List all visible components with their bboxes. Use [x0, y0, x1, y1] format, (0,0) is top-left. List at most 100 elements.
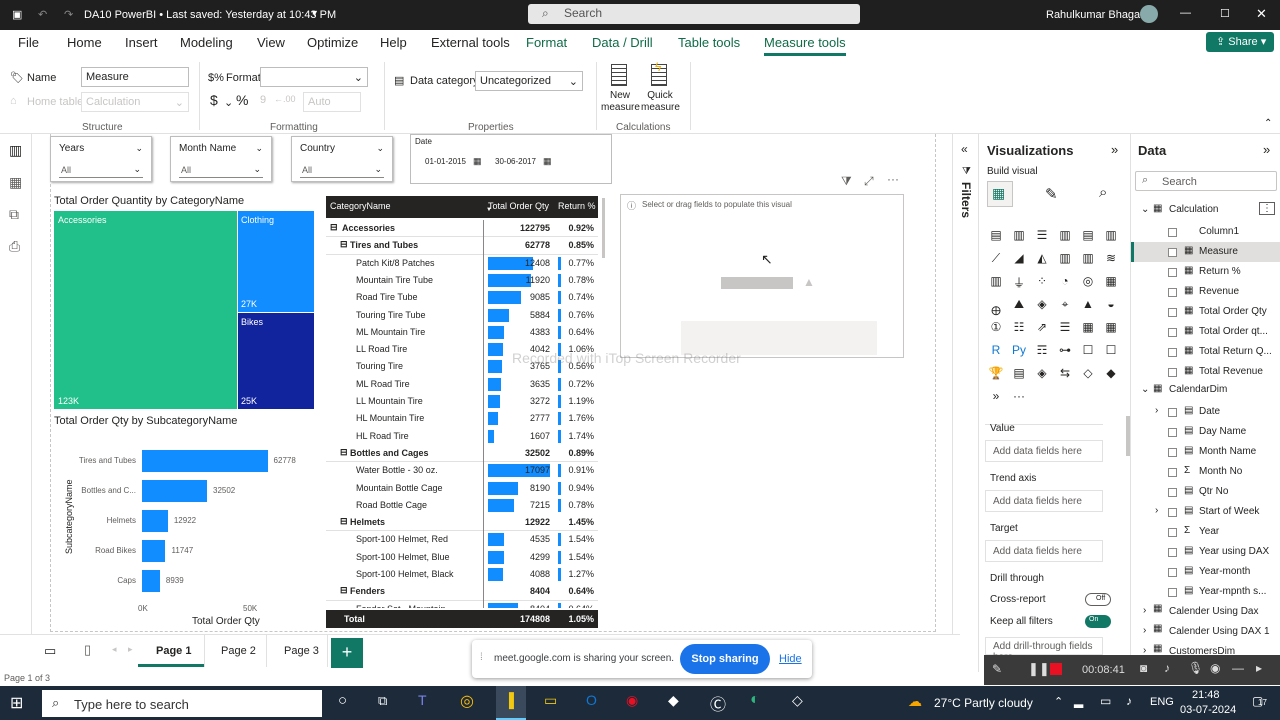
format-visual-icon[interactable]: ✎	[1045, 185, 1058, 203]
field-name[interactable]: Total Order Qty	[1199, 306, 1267, 317]
field-checkbox[interactable]	[1168, 508, 1177, 517]
scatter-icon[interactable]: ⁘	[1033, 274, 1051, 288]
line-column-2-icon[interactable]: ▥	[1079, 251, 1097, 265]
well-value[interactable]: Add data fields here	[985, 440, 1103, 462]
home-table-select[interactable]: Calculation ⌄	[81, 92, 189, 112]
outlook-icon[interactable]: O	[586, 692, 597, 708]
volume-icon[interactable]: ♪	[1126, 694, 1132, 708]
kpi-icon[interactable]: ⇗	[1033, 320, 1051, 334]
stop-sharing-button[interactable]: Stop sharing	[680, 644, 770, 674]
matrix-visual[interactable]: CategoryName ▼ Total Order Qty Return % …	[326, 196, 605, 628]
page-tab-2[interactable]: Page 2	[204, 635, 266, 667]
stacked-column-icon[interactable]: ▥	[1010, 228, 1028, 242]
field-item[interactable]: ▦ Total Return Q...	[1131, 342, 1280, 362]
chevron-down-icon[interactable]: ⌄	[253, 164, 261, 175]
format-select[interactable]: ⌄	[260, 67, 368, 87]
field-item[interactable]: ▦ Total Order Qty	[1131, 302, 1280, 322]
file-title[interactable]: DA10 PowerBI • Last saved: Yesterday at …	[84, 9, 336, 21]
drill-through-well[interactable]: Add drill-through fields here	[985, 637, 1103, 663]
chevron-right-icon[interactable]: ›	[1143, 625, 1146, 636]
pie-chart-icon[interactable]: ◔	[1056, 274, 1074, 288]
arcgis-icon[interactable]: ▲	[1079, 297, 1097, 311]
map-icon[interactable]: 🜨	[987, 297, 1005, 322]
power-automate-icon[interactable]: ⇆	[1056, 366, 1074, 380]
table-icon[interactable]: ▦	[1079, 320, 1097, 334]
r-visual-icon[interactable]: R	[987, 343, 1005, 357]
close-icon[interactable]: ✕	[1256, 6, 1267, 22]
field-name[interactable]: Year-mpnth s...	[1199, 586, 1266, 597]
column-header[interactable]: Total Order Qty	[488, 201, 549, 211]
data-category-select[interactable]: Uncategorized ⌄	[475, 71, 583, 91]
chevron-down-icon[interactable]: ⌄	[376, 143, 384, 154]
table-name[interactable]: CalendarDim	[1169, 384, 1227, 395]
slicer-country[interactable]: Country ⌄ All ⌄	[291, 136, 393, 182]
qa-icon[interactable]: ☐	[1079, 343, 1097, 357]
field-item[interactable]: ▦ Measure	[1131, 242, 1280, 262]
expand-icon[interactable]: ▸	[1256, 661, 1262, 675]
column-header[interactable]: Return %	[558, 201, 596, 211]
arcgis-2-icon[interactable]: ◆	[1102, 366, 1120, 380]
field-name[interactable]: Return %	[1199, 266, 1241, 277]
line-chart-icon[interactable]: ⟋	[987, 251, 1005, 266]
chevron-up-icon[interactable]: ⌃	[1054, 695, 1063, 708]
field-name[interactable]: Year using DAX	[1199, 546, 1269, 557]
calendar-icon[interactable]: ▦	[473, 156, 482, 167]
menu-external-tools[interactable]: External tools	[431, 35, 510, 50]
field-item[interactable]: › ▤ Date	[1131, 402, 1280, 422]
field-name[interactable]: Total Revenue	[1199, 366, 1263, 377]
more-options-icon[interactable]: ···	[887, 172, 899, 186]
ribbon-chart-icon[interactable]: ≋	[1102, 251, 1120, 265]
field-checkbox[interactable]	[1168, 448, 1177, 457]
field-name[interactable]: Start of Week	[1199, 506, 1259, 517]
share-button[interactable]: ⇪ Share ▾	[1206, 32, 1274, 52]
field-name[interactable]: Day Name	[1199, 426, 1246, 437]
matrix-row[interactable]: HL Road Tire 1607 1.74%	[326, 428, 598, 445]
field-item[interactable]: ▦ Total Order qt...	[1131, 322, 1280, 342]
date-from[interactable]: 01-01-2015	[425, 157, 466, 166]
empty-card-visual[interactable]: ⓘ Select or drag fields to populate this…	[620, 194, 904, 358]
table-view-icon[interactable]: ▦	[9, 174, 22, 191]
chevron-icon[interactable]: »	[987, 389, 1005, 403]
stacked-bar-icon[interactable]: ▤	[987, 228, 1005, 242]
undo-icon[interactable]: ↶	[38, 8, 47, 21]
cortana-icon[interactable]: ○	[338, 692, 347, 709]
field-checkbox[interactable]	[1168, 248, 1177, 257]
field-name[interactable]: Total Return Q...	[1199, 346, 1272, 357]
taskbar-search[interactable]: ⌕ Type here to search	[42, 690, 322, 717]
field-name[interactable]: Total Order qt...	[1199, 326, 1268, 337]
date-to[interactable]: 30-06-2017	[495, 157, 536, 166]
menu-view[interactable]: View	[257, 35, 285, 50]
page-tab-1[interactable]: Page 1	[138, 635, 204, 667]
app-icon[interactable]: ◆	[668, 692, 679, 709]
more-options-icon[interactable]: ⋮	[1259, 202, 1275, 215]
trophy-icon[interactable]: 🏆	[987, 366, 1005, 380]
slicer-years[interactable]: Years ⌄ All ⌄	[50, 136, 152, 182]
field-checkbox[interactable]	[1168, 308, 1177, 317]
field-item[interactable]: Σ Year	[1131, 522, 1280, 542]
menu-modeling[interactable]: Modeling	[180, 35, 233, 50]
bar-chart-visual[interactable]: Total Order Qty by SubcategoryName Subca…	[52, 414, 316, 628]
clustered-bar-icon[interactable]: ☰	[1033, 228, 1051, 242]
matrix-row[interactable]: Sport-100 Helmet, Red 4535 1.54%	[326, 531, 598, 548]
matrix-row[interactable]: ⊟ Accessories 122795 0.92%	[326, 220, 598, 238]
bar[interactable]	[142, 510, 168, 532]
field-checkbox[interactable]	[1168, 588, 1177, 597]
chevron-left-icon[interactable]: ◂	[112, 644, 117, 655]
menu-format[interactable]: Format	[526, 35, 567, 50]
slicer-month-name[interactable]: Month Name ⌄ All ⌄	[170, 136, 272, 182]
collapse-icon[interactable]: ⊟	[340, 516, 348, 527]
field-checkbox[interactable]	[1168, 348, 1177, 357]
pause-icon[interactable]: ❚❚	[1028, 661, 1050, 677]
table-node[interactable]: ⌄ ▦ CalendarDim	[1131, 382, 1280, 402]
powerbi-taskbar-item[interactable]: ▐	[496, 686, 526, 720]
user-name[interactable]: Rahulkumar Bhagat	[1046, 9, 1143, 21]
menu-table-tools[interactable]: Table tools	[678, 35, 740, 50]
camera-icon[interactable]: ◙	[1140, 661, 1147, 675]
menu-help[interactable]: Help	[380, 35, 407, 50]
calendar-icon[interactable]: ▦	[543, 156, 552, 167]
treemap-visual[interactable]: Total Order Quantity by CategoryName Acc…	[52, 194, 316, 412]
bar[interactable]	[142, 540, 166, 562]
language[interactable]: ENG	[1150, 696, 1174, 708]
matrix-row[interactable]: Touring Tire Tube 5884 0.76%	[326, 307, 598, 324]
chevron-right-icon[interactable]: ›	[1143, 605, 1146, 616]
